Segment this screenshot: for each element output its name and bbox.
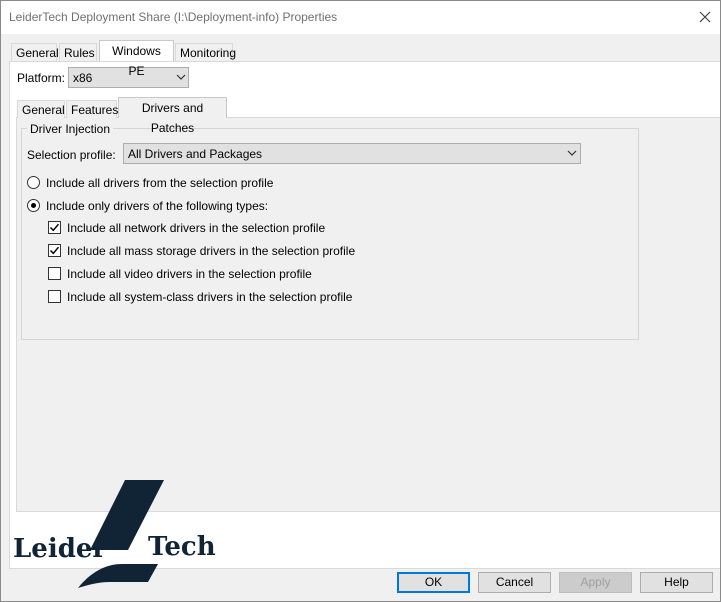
help-button[interactable]: Help — [640, 572, 713, 593]
tab-pe-features[interactable]: Features — [66, 100, 118, 118]
checkbox-video-drivers[interactable] — [48, 267, 61, 280]
tab-windows-pe[interactable]: Windows PE — [99, 40, 174, 78]
tab-general[interactable]: General — [11, 43, 59, 61]
radio-include-all-drivers[interactable] — [27, 176, 40, 189]
platform-label: Platform: — [17, 71, 66, 85]
logo-left-word: Leider — [13, 534, 107, 564]
chevron-down-icon — [567, 150, 577, 156]
selection-profile-value: All Drivers and Packages — [128, 147, 263, 161]
platform-value: x86 — [73, 71, 93, 85]
checkbox-network-drivers-label[interactable]: Include all network drivers in the selec… — [67, 221, 325, 235]
close-icon[interactable] — [694, 6, 716, 28]
checkmark-icon — [49, 246, 60, 255]
leidertech-logo: Leider Tech — [10, 478, 220, 590]
checkbox-network-drivers[interactable] — [48, 221, 61, 234]
cancel-button[interactable]: Cancel — [478, 572, 551, 593]
apply-button[interactable]: Apply — [559, 572, 632, 593]
selection-profile-select[interactable]: All Drivers and Packages — [123, 143, 581, 164]
checkbox-mass-storage-drivers-label[interactable]: Include all mass storage drivers in the … — [67, 244, 355, 258]
logo-right-word: Tech — [148, 532, 216, 562]
checkbox-video-drivers-label[interactable]: Include all video drivers in the selecti… — [67, 267, 312, 281]
checkmark-icon — [49, 223, 60, 232]
tab-rules[interactable]: Rules — [59, 43, 97, 61]
selection-profile-label: Selection profile: — [27, 148, 116, 162]
tab-pe-general[interactable]: General — [17, 100, 65, 118]
title-bar: LeiderTech Deployment Share (I:\Deployme… — [0, 0, 721, 34]
ok-button[interactable]: OK — [397, 572, 470, 593]
checkbox-system-class-drivers-label[interactable]: Include all system-class drivers in the … — [67, 290, 352, 304]
checkbox-mass-storage-drivers[interactable] — [48, 244, 61, 257]
checkbox-system-class-drivers[interactable] — [48, 290, 61, 303]
radio-include-only-drivers-label[interactable]: Include only drivers of the following ty… — [46, 199, 268, 213]
chevron-down-icon — [176, 74, 186, 80]
radio-include-only-drivers[interactable] — [27, 199, 40, 212]
radio-selected-dot — [31, 203, 36, 208]
tab-pe-drivers-and-patches[interactable]: Drivers and Patches — [118, 97, 227, 135]
radio-include-all-drivers-label[interactable]: Include all drivers from the selection p… — [46, 176, 273, 190]
tab-monitoring[interactable]: Monitoring — [175, 43, 236, 61]
window-title: LeiderTech Deployment Share (I:\Deployme… — [9, 10, 338, 24]
driver-injection-title: Driver Injection — [27, 122, 114, 136]
